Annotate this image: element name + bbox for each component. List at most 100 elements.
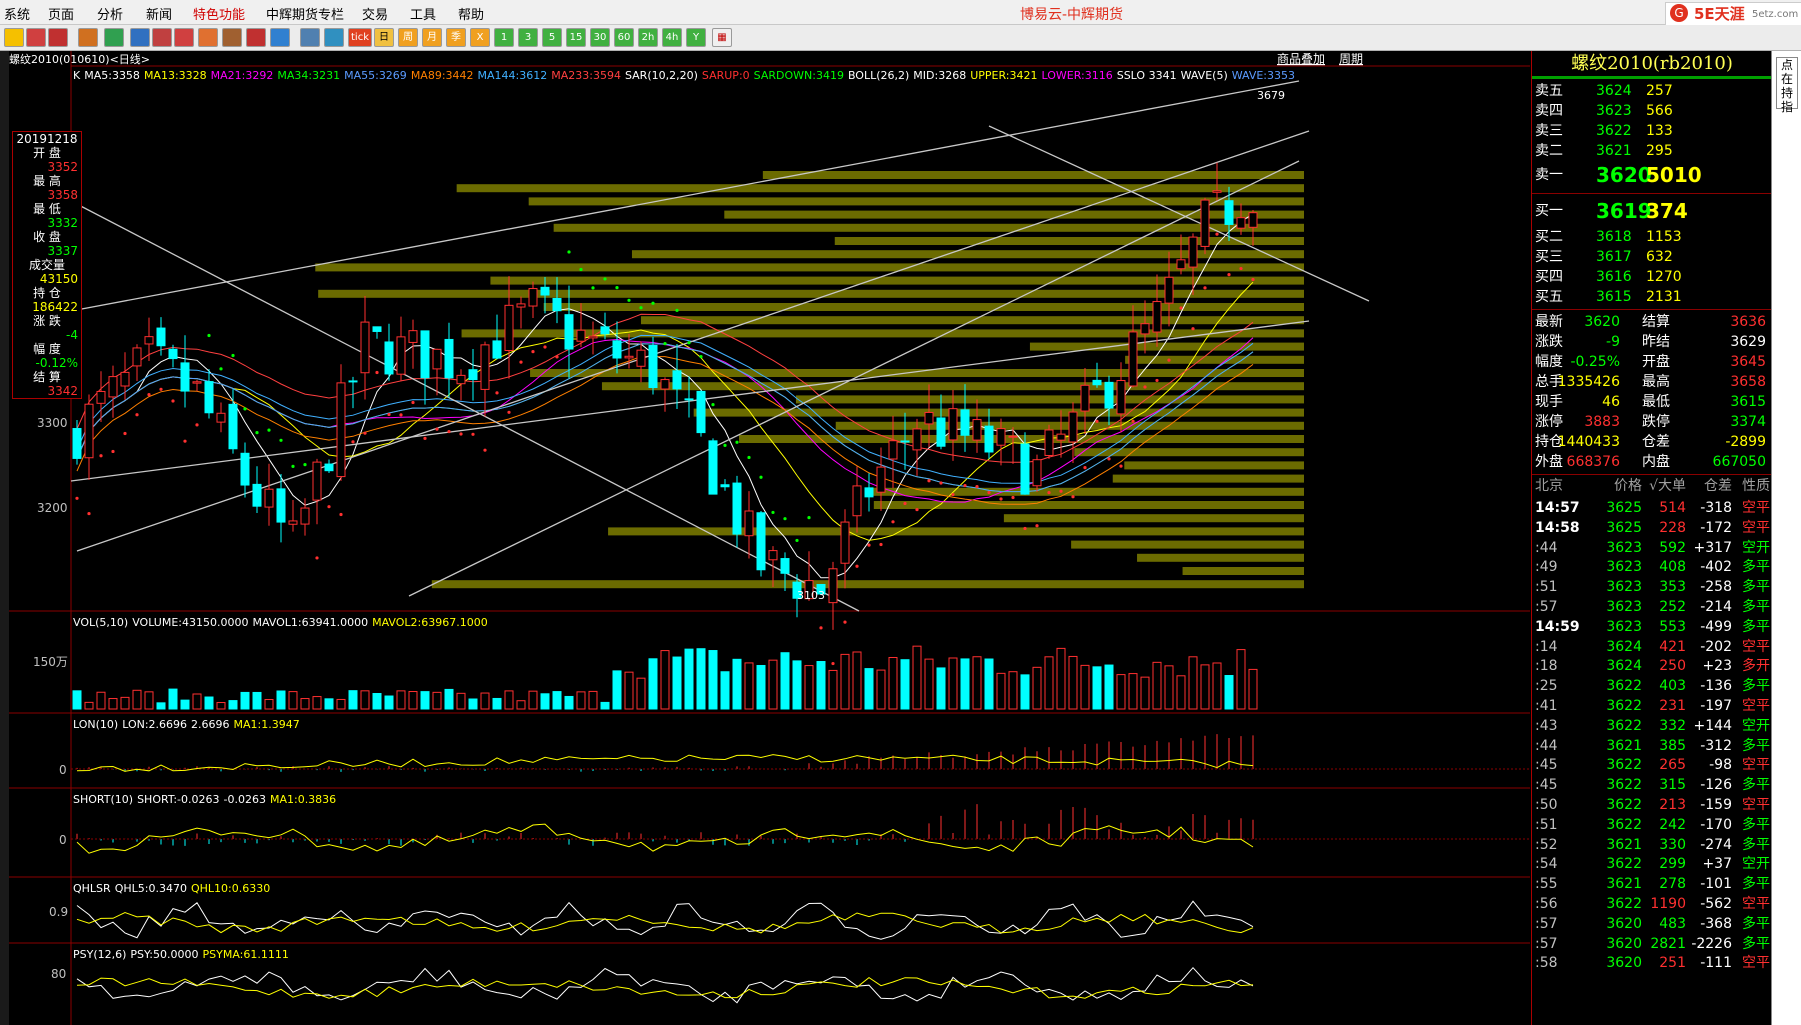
filter-icon[interactable] [246, 28, 266, 47]
bid-row: 买二 3618 1153 [1532, 227, 1772, 247]
period-4h-button[interactable]: 4h [662, 28, 682, 47]
tick-oi-diff: -312 [1700, 737, 1732, 754]
product-overlay-link[interactable]: 商品叠加 [1277, 51, 1325, 66]
folder-icon[interactable] [4, 28, 24, 47]
volume-bar [588, 690, 598, 710]
candle-body [684, 398, 694, 401]
menu-system[interactable]: 系统 [4, 4, 30, 23]
info-value: 3358 [47, 188, 78, 202]
menu-help[interactable]: 帮助 [458, 4, 484, 23]
tool-icon[interactable] [222, 28, 242, 47]
table-icon[interactable] [300, 28, 320, 47]
tick-nature: 空平 [1742, 519, 1770, 536]
sar-dot [951, 492, 955, 497]
lon-legend: LON(10) LON:2.6696 2.6696 MA1:1.3947 [73, 718, 300, 731]
stat-row: 涨停 3883 跌停 3374 [1532, 412, 1772, 432]
candle-body [1164, 276, 1174, 304]
menu-tools[interactable]: 工具 [410, 4, 436, 23]
volume-bar [240, 691, 250, 710]
sar-dot [1035, 524, 1039, 528]
legend-item: 2.6696 [191, 718, 230, 731]
sar-dot [459, 432, 463, 436]
qhlsr-legend: QHLSR QHL5:0.3470 QHL10:0.6330 [73, 882, 270, 895]
menu-page[interactable]: 页面 [48, 4, 74, 23]
candle-body [1104, 381, 1114, 409]
sar-dot [195, 423, 199, 427]
list-icon[interactable] [152, 28, 172, 47]
period-2h-button[interactable]: 2h [638, 28, 658, 47]
contract-title[interactable]: 螺纹2010(rb2010) [1532, 51, 1772, 76]
candle-body [384, 341, 394, 375]
sar-dot [1143, 385, 1147, 389]
period-tick-button[interactable]: tick [348, 28, 372, 47]
home-icon[interactable] [26, 28, 46, 47]
menu-zhonghui-column[interactable]: 中辉期货专栏 [266, 4, 344, 23]
period-60min-button[interactable]: 60 [614, 28, 634, 47]
candle-body [1080, 384, 1090, 412]
volume-bar [1092, 666, 1102, 710]
candle-body [120, 371, 130, 387]
period-year-button[interactable]: Y [686, 28, 706, 47]
draw-icon[interactable] [198, 28, 218, 47]
menu-news[interactable]: 新闻 [146, 4, 172, 23]
period-link[interactable]: 周期 [1339, 52, 1363, 66]
legend-item: WAVE(5) [1181, 69, 1228, 82]
layout-icon[interactable] [174, 28, 194, 47]
period-15min-button[interactable]: 15 [566, 28, 586, 47]
period-1min-button[interactable]: 1 [494, 28, 514, 47]
bid-row: 买四 3616 1270 [1532, 267, 1772, 287]
side-tab[interactable]: 点在持指 [1776, 57, 1798, 114]
legend-item: MA13:3328 [144, 69, 207, 82]
menu-trade[interactable]: 交易 [362, 4, 388, 23]
period-day-button[interactable]: 日 [374, 28, 394, 47]
sar-dot [279, 438, 283, 442]
menu-analysis[interactable]: 分析 [97, 4, 123, 23]
window-icon[interactable] [130, 28, 150, 47]
period-3min-button[interactable]: 3 [518, 28, 538, 47]
ask-label: 卖五 [1535, 83, 1563, 99]
candle-body [144, 336, 154, 345]
stat-label: 涨停 [1535, 414, 1563, 430]
calendar-icon[interactable]: ▦ [712, 28, 732, 47]
sar-dot [975, 484, 979, 489]
period-season-button[interactable]: 季 [446, 28, 466, 47]
sar-dot [651, 301, 655, 305]
volume-bar [504, 690, 514, 710]
menu-features[interactable]: 特色功能 [193, 4, 245, 23]
tick-row: 14:59 3623 553 -499 多平 [1532, 617, 1772, 637]
candle-body [372, 326, 382, 332]
tick-nature: 多开 [1742, 658, 1770, 675]
tick-row: :14 3624 421 -202 空平 [1532, 637, 1772, 657]
period-30min-button[interactable]: 30 [590, 28, 610, 47]
kline-chart[interactable]: 螺纹2010(010610)<日线> 商品叠加 周期 K MA5:3358 MA13… [9, 51, 1530, 1025]
legend-item: SSLO 3341 [1117, 69, 1177, 82]
period-x-button[interactable]: X [470, 28, 490, 47]
sar-dot [579, 267, 583, 272]
volume-bar [780, 652, 790, 710]
volume-bar [648, 658, 658, 710]
period-month-button[interactable]: 月 [422, 28, 442, 47]
sar-dot [1095, 419, 1099, 423]
chart-area[interactable]: 螺纹2010(010610)<日线> 商品叠加 周期 K MA5:3358 MA13… [9, 51, 1530, 1025]
tick-time: :25 [1535, 678, 1558, 695]
volume-bar [720, 671, 730, 710]
volume-bar [420, 691, 430, 710]
stats-divider [1532, 309, 1772, 310]
candle-body [312, 461, 322, 501]
refresh-icon[interactable] [104, 28, 124, 47]
period-week-button[interactable]: 周 [398, 28, 418, 47]
candle-body [1200, 199, 1210, 247]
alert-icon[interactable] [48, 28, 68, 47]
volume-bar [828, 669, 838, 710]
report-icon[interactable] [78, 28, 98, 47]
candle-body [276, 488, 286, 523]
profile-bar [530, 369, 1304, 377]
chart-icon[interactable] [324, 28, 344, 47]
new-icon[interactable] [270, 28, 290, 47]
period-5min-button[interactable]: 5 [542, 28, 562, 47]
psy-axis-label: 80 [51, 967, 66, 981]
high-annotation: 3679 [1257, 89, 1285, 102]
candle-body [1020, 443, 1030, 495]
bid-label: 买五 [1535, 289, 1563, 305]
ask-label: 卖一 [1535, 167, 1563, 183]
